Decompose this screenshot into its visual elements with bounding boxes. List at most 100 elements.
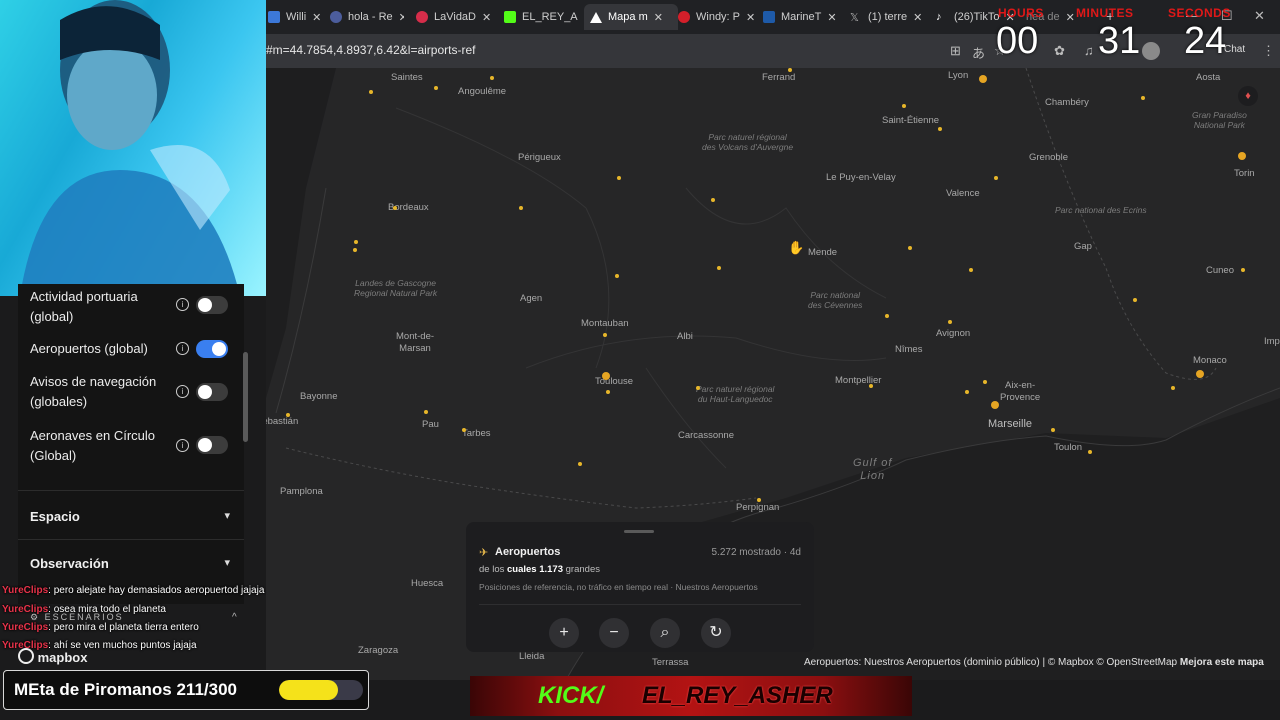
airport-dot[interactable]	[1171, 386, 1175, 390]
airport-dot[interactable]	[606, 390, 610, 394]
close-icon[interactable]: ✕	[1066, 11, 1075, 24]
airport-dot[interactable]	[696, 386, 700, 390]
airport-dot[interactable]	[615, 274, 619, 278]
airport-dot[interactable]	[969, 268, 973, 272]
airport-dot[interactable]	[434, 86, 438, 90]
airport-dot[interactable]	[393, 206, 397, 210]
divider	[18, 539, 244, 540]
airport-dot[interactable]	[603, 333, 607, 337]
section-espacio[interactable]: Espacio	[30, 509, 230, 524]
zoom-out-button[interactable]: −	[599, 618, 629, 648]
airport-dot[interactable]	[711, 198, 715, 202]
airport-dot[interactable]	[994, 176, 998, 180]
tab-5[interactable]: Windy: P ✕	[678, 4, 760, 30]
airport-dot[interactable]	[602, 372, 610, 380]
tab-4-active[interactable]: Mapa m ✕	[584, 4, 678, 30]
close-icon[interactable]: ✕	[482, 11, 491, 24]
toggle-knob	[198, 298, 212, 312]
airport-dot[interactable]	[1141, 96, 1145, 100]
mapbox-logo[interactable]: mapbox	[18, 648, 87, 665]
window-close-icon[interactable]: ✕	[1254, 8, 1265, 24]
tab-1[interactable]: hola - Re ✕	[330, 4, 404, 30]
airport-dot[interactable]	[490, 76, 494, 80]
refresh-icon: ↻	[709, 624, 723, 641]
airport-dot[interactable]	[757, 498, 761, 502]
airport-dot[interactable]	[1196, 370, 1204, 378]
chat-button[interactable]: Chat	[1224, 44, 1245, 55]
chat-message: YureClips: pero mira el planeta tierra e…	[2, 622, 199, 633]
map-icon	[590, 11, 602, 23]
chevron-up-icon[interactable]: ^	[232, 612, 237, 623]
close-icon[interactable]: ✕	[399, 11, 404, 24]
airport-dot[interactable]	[1051, 428, 1055, 432]
airport-dot[interactable]	[1088, 450, 1092, 454]
airport-dot[interactable]	[578, 462, 582, 466]
airport-dot[interactable]	[369, 90, 373, 94]
airport-dot[interactable]	[902, 104, 906, 108]
close-icon[interactable]: ✕	[654, 11, 663, 24]
section-observacion[interactable]: Observación	[30, 556, 230, 571]
airport-dot[interactable]	[353, 248, 357, 252]
chevron-down-icon[interactable]: ▾	[224, 509, 230, 522]
airport-dot[interactable]	[938, 127, 942, 131]
refresh-button[interactable]: ↻	[701, 618, 731, 648]
goal-progress-track	[279, 680, 363, 700]
park-label: Gran Paradiso National Park	[1192, 110, 1247, 130]
extension-icon[interactable]: ✿	[1054, 43, 1065, 59]
sidebar-scrollbar[interactable]	[243, 352, 248, 442]
airport-dot[interactable]	[286, 413, 290, 417]
install-app-icon[interactable]: ⊞	[950, 43, 961, 59]
toggle-circling-aircraft[interactable]	[196, 436, 228, 454]
airport-dot[interactable]	[1241, 268, 1245, 272]
zoom-out-icon: −	[609, 624, 619, 641]
airport-dot[interactable]	[869, 384, 873, 388]
tab-7[interactable]: 𝕏 (1) terre ✕	[850, 4, 932, 30]
close-icon[interactable]: ✕	[746, 11, 755, 24]
airport-dot[interactable]	[1238, 152, 1246, 160]
city-label: Chambéry	[1045, 97, 1089, 108]
airport-dot[interactable]	[424, 410, 428, 414]
toggle-port-activity[interactable]	[196, 296, 228, 314]
media-icon[interactable]: ♫	[1084, 43, 1094, 58]
search-button[interactable]: ⌕	[650, 618, 680, 648]
tab-6[interactable]: MarineT ✕	[763, 4, 845, 30]
airport-dot[interactable]	[908, 246, 912, 250]
airport-dot[interactable]	[885, 314, 889, 318]
toggle-navigation-warnings[interactable]	[196, 383, 228, 401]
airport-dot[interactable]	[979, 75, 987, 83]
chevron-down-icon[interactable]: ▾	[224, 556, 230, 569]
close-icon[interactable]: ✕	[312, 11, 321, 24]
translate-icon[interactable]: あ	[972, 43, 985, 62]
drag-handle[interactable]	[624, 530, 654, 533]
airport-dot[interactable]	[965, 390, 969, 394]
goal-progress-fill	[279, 680, 339, 700]
tab-0[interactable]: Willi ✕	[268, 4, 324, 30]
info-icon[interactable]: i	[176, 298, 189, 311]
airport-dot[interactable]	[717, 266, 721, 270]
goal-label: MEta de Piromanos 211/300	[14, 680, 237, 699]
close-icon[interactable]: ✕	[827, 11, 836, 24]
airport-dot[interactable]	[983, 380, 987, 384]
airport-dot[interactable]	[519, 206, 523, 210]
info-icon[interactable]: i	[176, 385, 189, 398]
tab-2[interactable]: LaVidaD ✕	[416, 4, 494, 30]
airport-dot[interactable]	[462, 428, 466, 432]
city-label: Sebastián	[266, 416, 299, 427]
zoom-in-button[interactable]: +	[549, 618, 579, 648]
goal-bar: MEta de Piromanos 211/300	[3, 670, 369, 710]
url-text[interactable]: #m=44.7854,4.8937,6.42&l=airports-ref	[266, 43, 475, 57]
tab-3[interactable]: EL_REY_A✕	[504, 4, 586, 30]
compass-icon[interactable]: ♦	[1238, 86, 1258, 106]
airport-dot[interactable]	[948, 320, 952, 324]
close-icon[interactable]: ✕	[913, 11, 922, 24]
airport-dot[interactable]	[1133, 298, 1137, 302]
toggle-airports[interactable]	[196, 340, 228, 358]
airport-dot[interactable]	[617, 176, 621, 180]
info-icon[interactable]: i	[176, 342, 189, 355]
airport-dot[interactable]	[354, 240, 358, 244]
profile-avatar[interactable]	[1142, 42, 1160, 60]
menu-icon[interactable]: ⋮	[1262, 43, 1275, 59]
info-icon[interactable]: i	[176, 439, 189, 452]
airport-dot[interactable]	[788, 68, 792, 72]
airport-dot[interactable]	[991, 401, 999, 409]
